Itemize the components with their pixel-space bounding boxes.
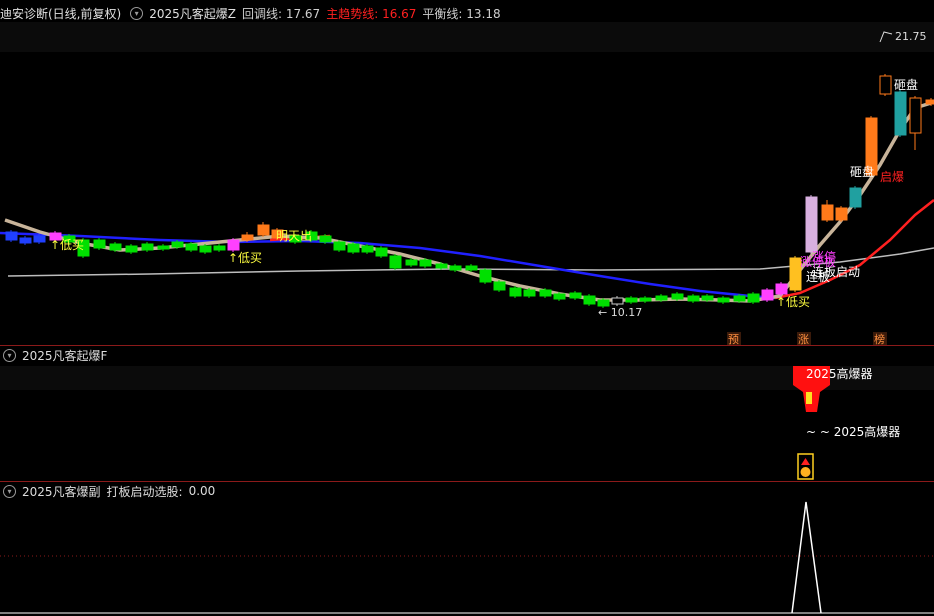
candle-body (639, 297, 652, 302)
candle-body (199, 245, 212, 253)
candle-body (33, 235, 46, 243)
candle-body (625, 297, 638, 303)
candle-body (93, 239, 106, 249)
candle-body (213, 245, 226, 251)
candle-body (109, 243, 122, 251)
candle-body (894, 91, 907, 136)
candle-body (611, 297, 624, 305)
candle-body (849, 187, 862, 208)
candle-body (389, 255, 402, 269)
chart-canvas: 21.75← 10.17↑低买↑低买明天出↑低买涨停砸盘砸盘 启爆连板启动连板涨停… (0, 22, 934, 614)
candle-body (361, 245, 374, 253)
candle-body (835, 207, 848, 221)
candle-body (583, 295, 596, 305)
candle-body (449, 265, 462, 271)
candle-body (539, 289, 552, 297)
candle-body (493, 281, 506, 291)
marker-label: 涨 (798, 333, 809, 346)
candle-body (465, 265, 478, 271)
candle-body (171, 241, 184, 248)
candle-body (909, 97, 922, 134)
up-arrow-icon (801, 458, 810, 465)
signal-limit-up-board: 涨停板 (800, 254, 836, 269)
price-high-label: 21.75 (895, 30, 927, 43)
candle-body (553, 293, 566, 300)
moneybag-icon (800, 467, 811, 477)
candle-body (157, 245, 170, 250)
candle-body (125, 245, 138, 253)
candle-body (375, 247, 388, 257)
signal-spike (791, 501, 822, 614)
signal-consecutive-board: 连板 (806, 269, 830, 284)
trend-line-blue (0, 231, 776, 300)
candle-body (655, 295, 668, 301)
candle-body (419, 259, 432, 267)
candle-body (405, 259, 418, 266)
yellow-bar (806, 392, 812, 404)
candle-body (479, 269, 492, 283)
burst-label: 2025高爆器 (806, 366, 873, 381)
candle-body (775, 283, 788, 295)
candle-body (701, 295, 714, 301)
candle-body (141, 243, 154, 251)
candle-body (241, 234, 254, 241)
candle-body (257, 224, 270, 236)
candle-body (733, 295, 746, 302)
candle-body (879, 75, 892, 95)
candle-body (333, 241, 346, 251)
candle-body (509, 287, 522, 297)
signal-ignite: 启爆 (880, 170, 904, 184)
candle-body (319, 235, 332, 243)
signal-smash: 砸盘 (850, 164, 874, 179)
price-low-label: ← 10.17 (598, 306, 642, 319)
signal-low-buy: ↑低买 (776, 295, 810, 309)
signal-smash: 砸盘 (894, 77, 918, 92)
marker-label: 榜 (874, 332, 885, 346)
header-band (0, 22, 934, 52)
candle-body (925, 99, 934, 105)
candle-body (687, 295, 700, 302)
candle-body (747, 293, 760, 303)
burst-label-tilde: ~ ~ 2025高爆器 (806, 424, 900, 439)
signal-low-buy: ↑低买 (50, 238, 84, 252)
candle-body (821, 204, 834, 221)
candle-body (347, 243, 360, 253)
candle-body (5, 231, 18, 241)
candle-body (523, 289, 536, 297)
signal-low-buy: ↑低买 (228, 251, 262, 265)
marker-label: 预 (728, 333, 739, 346)
candle-body (227, 239, 240, 251)
signal-sell-tomorrow: 明天出 (276, 229, 312, 243)
candle-body (435, 263, 448, 269)
candle-body (761, 289, 774, 301)
candle-body (671, 293, 684, 300)
candle-body (805, 196, 818, 253)
candle-body (569, 292, 582, 299)
candle-body (717, 297, 730, 303)
candle-body (19, 237, 32, 244)
candle-body (185, 243, 198, 251)
